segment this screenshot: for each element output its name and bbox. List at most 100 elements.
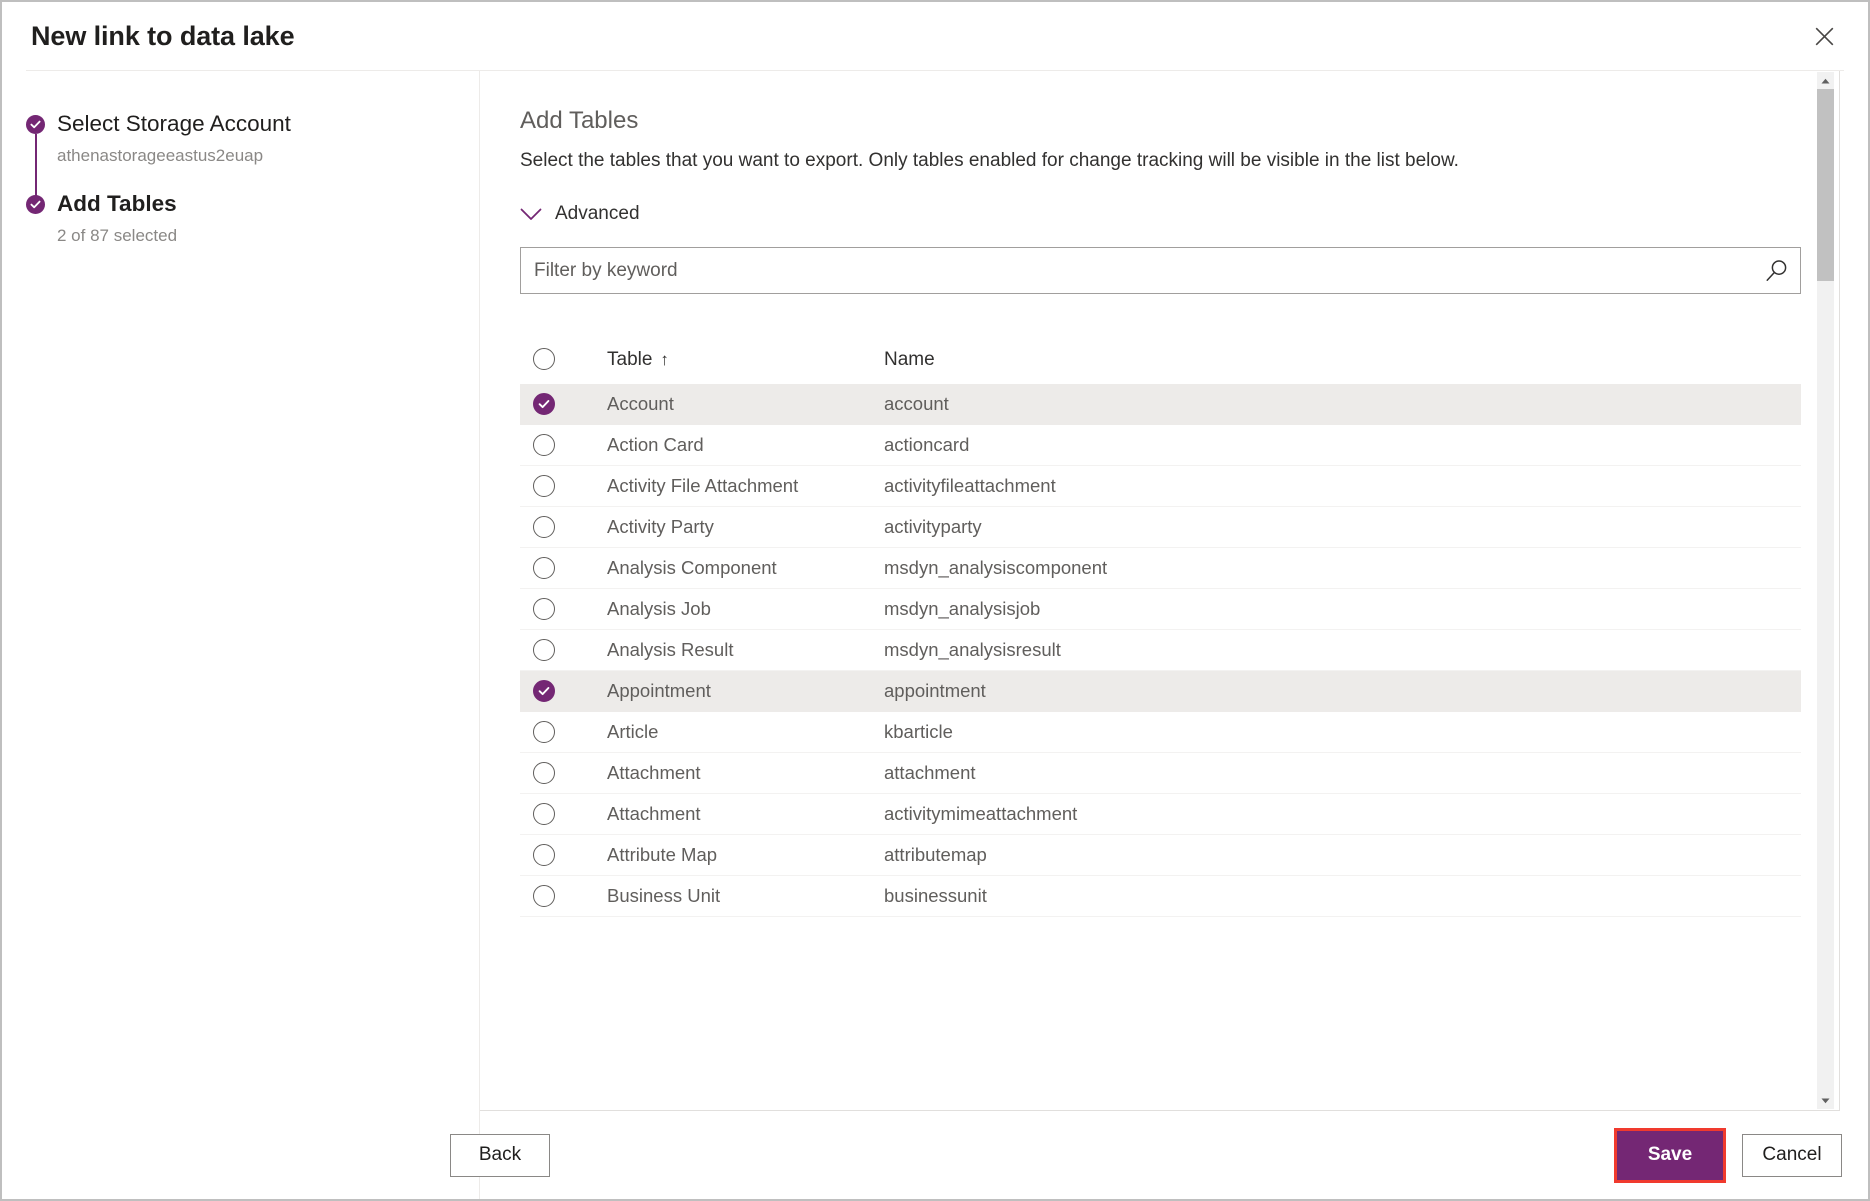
check-circle-icon — [26, 195, 45, 214]
row-checkbox-cell[interactable] — [533, 639, 607, 661]
column-header-name-label: Name — [884, 349, 935, 371]
check-glyph — [30, 199, 41, 210]
vertical-scrollbar[interactable] — [1817, 72, 1834, 1109]
row-name-label: attachment — [884, 762, 1801, 784]
row-name-label: activityfileattachment — [884, 475, 1801, 497]
check-circle-icon — [26, 115, 45, 134]
tables-list: Table ↑ Name AccountaccountAction Cardac… — [520, 334, 1801, 917]
cancel-button[interactable]: Cancel — [1742, 1134, 1842, 1177]
row-checkbox-cell[interactable] — [533, 393, 607, 415]
wizard-step-select-storage-account[interactable]: Select Storage Account athenastorageeast… — [26, 109, 479, 169]
row-checkbox[interactable] — [533, 844, 555, 866]
wizard-step-add-tables[interactable]: Add Tables 2 of 87 selected — [26, 189, 479, 249]
new-link-dialog: New link to data lake Select Storage Acc… — [0, 0, 1870, 1201]
row-checkbox-checked[interactable] — [533, 680, 555, 702]
tables-list-header: Table ↑ Name — [520, 334, 1801, 384]
section-heading: Add Tables — [520, 105, 1801, 137]
row-checkbox[interactable] — [533, 639, 555, 661]
row-table-label: Analysis Job — [607, 598, 884, 620]
row-checkbox[interactable] — [533, 516, 555, 538]
row-checkbox[interactable] — [533, 598, 555, 620]
row-table-label: Attachment — [607, 762, 884, 784]
table-row[interactable]: Analysis Componentmsdyn_analysiscomponen… — [520, 548, 1801, 589]
row-name-label: attributemap — [884, 844, 1801, 866]
row-name-label: activitymimeattachment — [884, 803, 1801, 825]
column-header-table[interactable]: Table ↑ — [607, 349, 669, 371]
row-checkbox-cell[interactable] — [533, 844, 607, 866]
close-glyph — [1815, 27, 1834, 46]
wizard-step-label: Add Tables — [57, 189, 479, 219]
row-checkbox[interactable] — [533, 803, 555, 825]
table-row[interactable]: Activity File Attachmentactivityfileatta… — [520, 466, 1801, 507]
footer-primary-actions: Save Cancel — [1614, 1128, 1842, 1183]
close-icon[interactable] — [1802, 16, 1846, 56]
table-row[interactable]: Attribute Mapattributemap — [520, 835, 1801, 876]
filter-row — [520, 247, 1801, 294]
table-row[interactable]: Accountaccount — [520, 384, 1801, 425]
row-name-label: msdyn_analysisjob — [884, 598, 1801, 620]
scrollbar-thumb[interactable] — [1817, 89, 1834, 281]
row-checkbox-cell[interactable] — [533, 475, 607, 497]
row-checkbox-cell[interactable] — [533, 516, 607, 538]
dialog-body: Select Storage Account athenastorageeast… — [2, 71, 1868, 1199]
row-checkbox[interactable] — [533, 762, 555, 784]
table-row[interactable]: Business Unitbusinessunit — [520, 876, 1801, 917]
select-all-checkbox[interactable] — [533, 348, 555, 370]
row-checkbox-cell[interactable] — [533, 885, 607, 907]
row-checkbox[interactable] — [533, 721, 555, 743]
row-checkbox[interactable] — [533, 434, 555, 456]
table-row[interactable]: Attachmentactivitymimeattachment — [520, 794, 1801, 835]
select-all-cell[interactable] — [533, 348, 607, 370]
table-row[interactable]: Articlekbarticle — [520, 712, 1801, 753]
row-table-label: Account — [607, 393, 884, 415]
table-row[interactable]: Activity Partyactivityparty — [520, 507, 1801, 548]
scroll-up-icon[interactable] — [1817, 72, 1834, 89]
row-checkbox-cell[interactable] — [533, 680, 607, 702]
add-tables-inner: Add Tables Select the tables that you wa… — [480, 71, 1839, 1110]
table-row[interactable]: Appointmentappointment — [520, 671, 1801, 712]
content-area: Add Tables Select the tables that you wa… — [480, 71, 1868, 1199]
row-checkbox-cell[interactable] — [533, 434, 607, 456]
row-checkbox[interactable] — [533, 557, 555, 579]
table-row[interactable]: Analysis Jobmsdyn_analysisjob — [520, 589, 1801, 630]
save-button-highlight: Save — [1614, 1128, 1726, 1183]
back-button[interactable]: Back — [450, 1134, 550, 1177]
section-description: Select the tables that you want to expor… — [520, 147, 1801, 175]
row-checkbox-cell[interactable] — [533, 721, 607, 743]
column-header-name[interactable]: Name — [884, 349, 935, 371]
magnifier-glyph — [1764, 258, 1790, 284]
check-glyph — [538, 685, 550, 697]
tables-rows-host: AccountaccountAction CardactioncardActiv… — [520, 384, 1801, 917]
page-title: New link to data lake — [31, 21, 294, 52]
row-checkbox[interactable] — [533, 475, 555, 497]
row-checkbox-checked[interactable] — [533, 393, 555, 415]
check-glyph — [30, 119, 41, 130]
table-row[interactable]: Analysis Resultmsdyn_analysisresult — [520, 630, 1801, 671]
row-table-label: Attribute Map — [607, 844, 884, 866]
advanced-label: Advanced — [555, 203, 640, 225]
table-row[interactable]: Attachmentattachment — [520, 753, 1801, 794]
row-name-label: appointment — [884, 680, 1801, 702]
row-name-label: account — [884, 393, 1801, 415]
scroll-down-icon[interactable] — [1817, 1092, 1834, 1109]
row-name-label: kbarticle — [884, 721, 1801, 743]
save-button[interactable]: Save — [1617, 1131, 1723, 1180]
advanced-toggle[interactable]: Advanced — [520, 203, 640, 225]
row-name-label: msdyn_analysisresult — [884, 639, 1801, 661]
scrollbar-track[interactable] — [1817, 89, 1834, 1092]
table-row[interactable]: Action Cardactioncard — [520, 425, 1801, 466]
row-table-label: Business Unit — [607, 885, 884, 907]
wizard-rail: Select Storage Account athenastorageeast… — [2, 71, 480, 1199]
row-checkbox-cell[interactable] — [533, 598, 607, 620]
search-input[interactable] — [520, 247, 1801, 294]
wizard-step-sublabel: athenastorageeastus2euap — [57, 143, 479, 169]
row-checkbox-cell[interactable] — [533, 557, 607, 579]
row-checkbox[interactable] — [533, 885, 555, 907]
row-checkbox-cell[interactable] — [533, 762, 607, 784]
wizard-step-label: Select Storage Account — [57, 109, 479, 139]
check-glyph — [538, 398, 550, 410]
row-checkbox-cell[interactable] — [533, 803, 607, 825]
column-header-table-label: Table — [607, 349, 652, 371]
search-icon[interactable] — [1758, 252, 1796, 290]
row-name-label: businessunit — [884, 885, 1801, 907]
